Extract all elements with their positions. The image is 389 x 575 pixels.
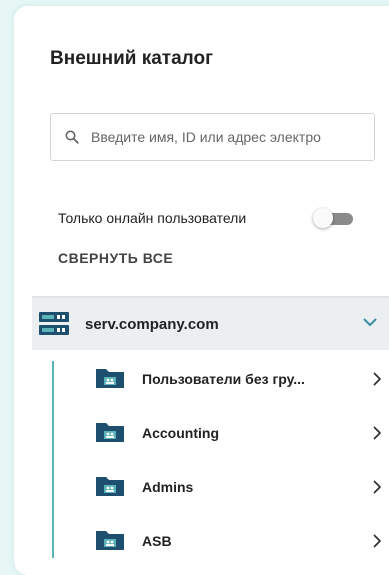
search-icon [65,130,79,144]
chevron-down-icon[interactable] [363,318,377,327]
external-catalog-panel: Внешний каталог Только онлайн пользовате… [14,6,389,575]
search-input[interactable] [89,128,363,146]
tree-item[interactable]: Admins [52,469,382,505]
chevron-right-icon[interactable] [373,480,382,494]
online-only-label: Только онлайн пользователи [58,210,247,226]
tree-item-label: Accounting [142,425,219,441]
panel-title: Внешний каталог [50,48,214,69]
user-folder-icon [96,531,124,550]
server-name: serv.company.com [85,316,219,333]
collapse-all-button[interactable]: СВЕРНУТЬ ВСЕ [58,250,173,266]
tree-item-label: Пользователи без гру... [142,371,305,387]
tree-item-label: Admins [142,479,194,495]
user-folder-icon [96,423,124,442]
chevron-right-icon[interactable] [373,534,382,548]
tree-item[interactable]: Accounting [52,415,382,451]
search-field[interactable] [50,113,375,161]
tree-item-label: ASB [142,533,172,549]
chevron-right-icon[interactable] [373,426,382,440]
server-icon [39,312,69,335]
tree-item[interactable]: ASB [52,523,382,559]
toggle-knob [313,208,333,228]
user-folder-icon [96,477,124,496]
tree-item[interactable]: Пользователи без гру... [52,361,382,397]
user-folder-icon [96,369,124,388]
chevron-right-icon[interactable] [373,372,382,386]
server-row[interactable]: serv.company.com [32,296,389,350]
online-only-toggle[interactable] [313,208,353,228]
online-only-row: Только онлайн пользователи [58,206,358,230]
